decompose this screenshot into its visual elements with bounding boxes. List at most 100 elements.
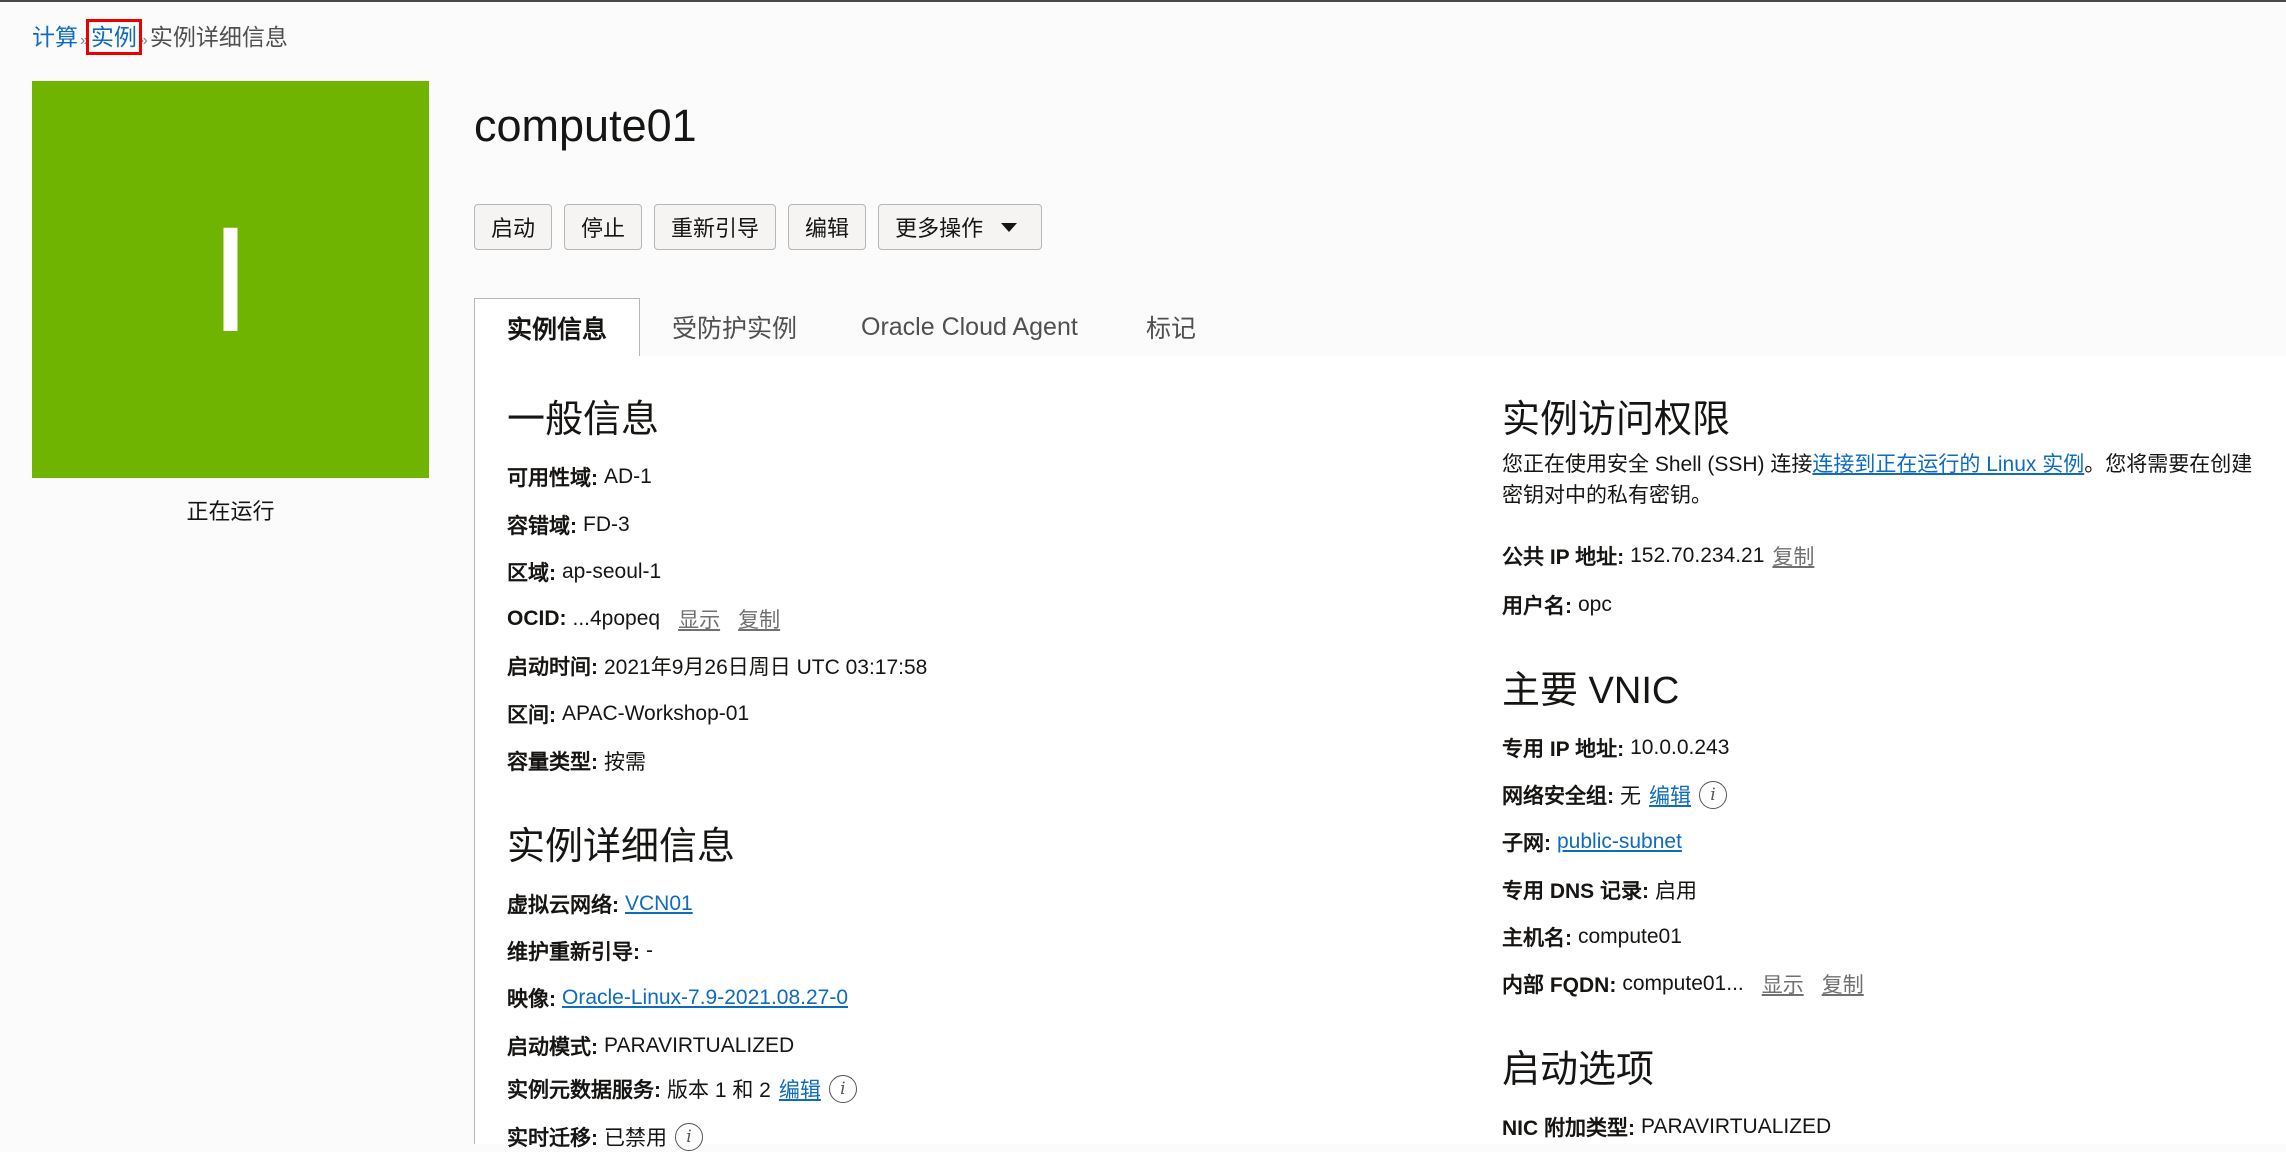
field-label: 子网:	[1502, 832, 1551, 855]
info-icon[interactable]: i	[828, 1075, 857, 1103]
ocid-copy-link[interactable]: 复制	[738, 604, 780, 634]
field-label: 专用 DNS 记录:	[1502, 880, 1649, 903]
public-ip-copy-link[interactable]: 复制	[1772, 541, 1814, 571]
fqdn-copy-link[interactable]: 复制	[1822, 969, 1864, 999]
username-row: 用户名: opc	[1502, 590, 1612, 620]
vcn-row: 虚拟云网络: VCN01	[507, 889, 693, 919]
access-text-line2: 密钥对中的私有密钥。	[1502, 484, 1712, 507]
image-link[interactable]: Oracle-Linux-7.9-2021.08.27-0	[562, 986, 848, 1010]
field-value: 已禁用	[604, 1127, 667, 1150]
instance-status-label: 正在运行	[186, 499, 275, 524]
access-text-before: 您正在使用安全 Shell (SSH) 连接	[1502, 453, 1813, 476]
field-value: 152.70.234.21	[1630, 544, 1765, 567]
maintenance-reboot-row: 维护重新引导: -	[507, 936, 653, 966]
chevron-down-icon	[1001, 222, 1018, 232]
tab-tags[interactable]: 标记	[1146, 298, 1196, 356]
field-label: 启动时间:	[507, 656, 598, 679]
page-title: compute01	[474, 100, 697, 151]
field-value: compute01...	[1622, 972, 1744, 995]
field-value: 无	[1620, 785, 1641, 808]
field-label: 实时迁移:	[507, 1127, 598, 1150]
field-label: 实例元数据服务:	[507, 1079, 661, 1102]
field-label: 区间:	[507, 704, 556, 727]
field-label: 映像:	[507, 988, 556, 1011]
breadcrumb-instances-link[interactable]: 实例	[85, 19, 142, 55]
instance-info-panel: 一般信息 可用性域: AD-1 容错域: FD-3 区域: ap-seoul-1 OC…	[474, 356, 2286, 1151]
tab-instance-info[interactable]: 实例信息	[474, 298, 641, 357]
availability-domain-row: 可用性域: AD-1	[507, 462, 652, 492]
internal-fqdn-row: 内部 FQDN: compute01... 显示 复制	[1502, 969, 1864, 999]
breadcrumb-current: 实例详细信息	[149, 24, 288, 50]
access-text-after: 。您将需要在创建	[2084, 453, 2253, 476]
region-row: 区域: ap-seoul-1	[507, 557, 661, 587]
breadcrumb-compute-link[interactable]: 计算	[32, 24, 78, 50]
more-actions-label: 更多操作	[895, 216, 984, 241]
breadcrumb-separator: »	[138, 32, 148, 49]
tab-oracle-cloud-agent[interactable]: Oracle Cloud Agent	[861, 298, 1078, 356]
field-value: 2021年9月26日周日 UTC 03:17:58	[604, 656, 928, 679]
field-value: FD-3	[583, 513, 630, 536]
instance-status-tile: I	[32, 81, 429, 478]
fqdn-show-link[interactable]: 显示	[1762, 969, 1804, 999]
metadata-service-edit-link[interactable]: 编辑	[779, 1074, 821, 1104]
general-info-heading: 一般信息	[507, 399, 660, 441]
field-value: AD-1	[604, 465, 652, 488]
launch-time-row: 启动时间: 2021年9月26日周日 UTC 03:17:58	[507, 651, 927, 681]
field-value: 按需	[604, 751, 646, 774]
breadcrumb: 计算 »实例 »实例详细信息	[32, 18, 288, 55]
field-value: PARAVIRTUALIZED	[604, 1034, 795, 1057]
field-value: compute01	[1578, 925, 1682, 948]
launch-mode-row: 启动模式: PARAVIRTUALIZED	[507, 1031, 794, 1061]
nsg-edit-link[interactable]: 编辑	[1649, 780, 1691, 810]
instance-access-heading: 实例访问权限	[1502, 399, 1731, 441]
live-migration-row: 实时迁移: 已禁用 i	[507, 1122, 703, 1152]
launch-options-heading: 启动选项	[1502, 1049, 1655, 1091]
field-label: 容错域:	[507, 515, 577, 538]
field-value: PARAVIRTUALIZED	[1641, 1115, 1832, 1138]
instance-tile-letter: I	[209, 195, 252, 363]
network-security-group-row: 网络安全组: 无 编辑 i	[1502, 780, 1727, 810]
field-value: ap-seoul-1	[562, 560, 662, 583]
info-icon[interactable]: i	[1699, 781, 1727, 809]
hostname-row: 主机名: compute01	[1502, 922, 1682, 952]
field-value: APAC-Workshop-01	[562, 702, 750, 725]
ocid-row: OCID: ...4popeq 显示 复制	[507, 604, 780, 634]
nic-attachment-row: NIC 附加类型: PARAVIRTUALIZED	[1502, 1112, 1831, 1142]
breadcrumb-separator: »	[80, 32, 89, 49]
field-label: 主机名:	[1502, 927, 1572, 950]
image-row: 映像: Oracle-Linux-7.9-2021.08.27-0	[507, 983, 848, 1013]
private-dns-row: 专用 DNS 记录: 启用	[1502, 875, 1697, 905]
field-value: -	[646, 939, 653, 962]
info-icon[interactable]: i	[675, 1123, 703, 1151]
stop-button[interactable]: 停止	[564, 204, 643, 250]
subnet-link[interactable]: public-subnet	[1557, 830, 1682, 854]
action-toolbar: 启动 停止 重新引导 编辑 更多操作	[474, 204, 1043, 250]
field-label: 专用 IP 地址:	[1502, 738, 1625, 761]
more-actions-button[interactable]: 更多操作	[878, 204, 1043, 250]
field-value: 10.0.0.243	[1630, 736, 1730, 759]
instance-details-heading: 实例详细信息	[507, 826, 736, 868]
public-ip-row: 公共 IP 地址: 152.70.234.21 复制	[1502, 541, 1814, 571]
field-label: 维护重新引导:	[507, 941, 640, 964]
field-value: ...4popeq	[572, 607, 661, 630]
field-label: 内部 FQDN:	[1502, 974, 1617, 997]
field-value: opc	[1578, 593, 1612, 616]
reboot-button[interactable]: 重新引导	[654, 204, 777, 250]
tab-shielded-instance[interactable]: 受防护实例	[672, 298, 797, 356]
field-label: NIC 附加类型:	[1502, 1117, 1635, 1140]
edit-button[interactable]: 编辑	[788, 204, 867, 250]
field-label: 区域:	[507, 562, 556, 585]
connect-linux-instance-link[interactable]: 连接到正在运行的 Linux 实例	[1812, 453, 2084, 476]
field-value: 启用	[1655, 880, 1697, 903]
top-border	[0, 0, 2286, 2]
field-label: OCID:	[507, 607, 567, 630]
ocid-show-link[interactable]: 显示	[678, 604, 720, 634]
compartment-row: 区间: APAC-Workshop-01	[507, 699, 749, 729]
field-label: 容量类型:	[507, 751, 598, 774]
field-label: 公共 IP 地址:	[1502, 546, 1625, 569]
vcn-link[interactable]: VCN01	[625, 892, 693, 916]
start-button[interactable]: 启动	[474, 204, 553, 250]
tab-bar: 实例信息 受防护实例 Oracle Cloud Agent 标记	[474, 298, 2286, 357]
fault-domain-row: 容错域: FD-3	[507, 510, 630, 540]
field-label: 启动模式:	[507, 1036, 598, 1059]
